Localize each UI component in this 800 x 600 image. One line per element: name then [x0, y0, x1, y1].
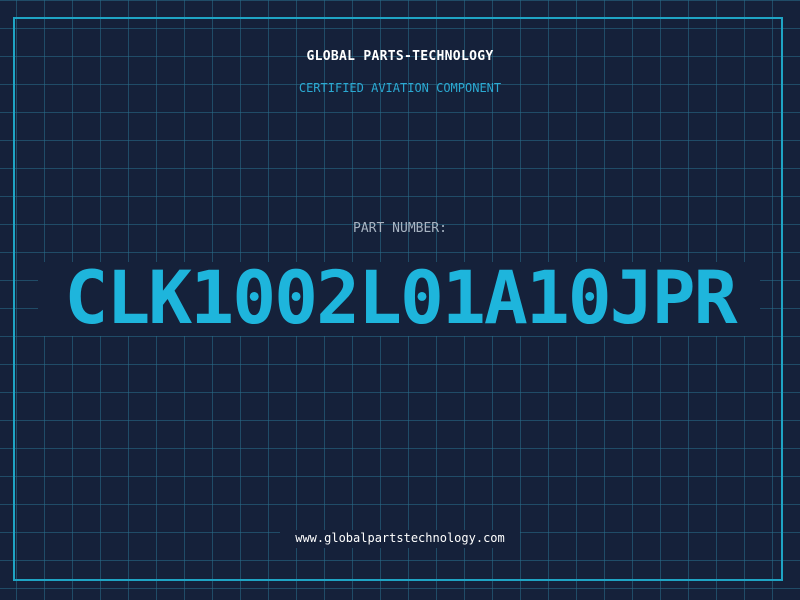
certification-subtitle: CERTIFIED AVIATION COMPONENT — [298, 81, 502, 95]
website-url: www.globalpartstechnology.com — [295, 531, 505, 545]
company-name: GLOBAL PARTS-TECHNOLOGY — [306, 49, 494, 64]
part-number-value: CLK1002L01A10JPR — [64, 256, 737, 341]
part-number-label: PART NUMBER: — [353, 221, 447, 236]
